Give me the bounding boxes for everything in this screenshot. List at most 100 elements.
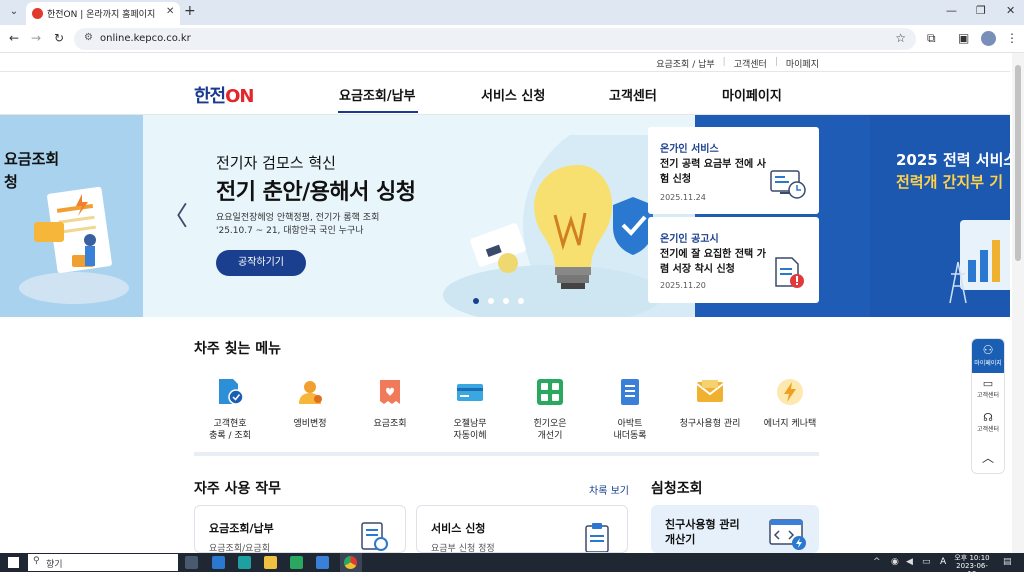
bill-icon xyxy=(380,380,400,404)
windows-taskbar: ⚲ 향기 ^ ◉ ◀ ▭ A ▤ xyxy=(0,553,1024,572)
forward-icon[interactable]: → xyxy=(31,31,41,45)
hero-description: 요요일전장헤엉 안핵정평, 전기가 롱핵 조회 xyxy=(216,213,380,223)
mail-app-icon[interactable] xyxy=(316,556,329,569)
headset-icon: ☊ xyxy=(983,411,993,424)
browser-menu-icon[interactable]: ⋮ xyxy=(1006,31,1018,45)
hero-cta-button[interactable]: 공작하기기 xyxy=(216,250,306,276)
quick-menu-item-billing-usage[interactable]: 청구사용형 관리 xyxy=(670,378,750,430)
float-support-chat-button[interactable]: ▭ 고객센터 xyxy=(972,377,1004,399)
quick-menu-item-name-change[interactable]: 엥비변정 xyxy=(270,378,350,430)
quick-menu-title: 차주 칮는 메뉴 xyxy=(194,341,282,357)
bookmark-star-icon[interactable]: ☆ xyxy=(895,31,906,45)
edge-icon[interactable] xyxy=(238,556,251,569)
gnb-mypage[interactable]: 마이페이지 xyxy=(722,85,782,104)
chat-bubble-icon: ▭ xyxy=(982,377,994,390)
logo-text-on: ON xyxy=(225,86,254,107)
hero-prev-slide[interactable]: 요금조회 청 xyxy=(0,115,143,317)
site-info-icon[interactable]: ⚙ xyxy=(84,32,93,43)
quick-menu-item-energy[interactable]: 에너지 케나택 xyxy=(750,378,830,430)
tray-network-icon[interactable]: ◉ xyxy=(891,557,899,567)
utility-link-support[interactable]: 고객센터 xyxy=(734,57,767,70)
tasks-more-link[interactable]: 차록 보기 xyxy=(589,482,629,497)
prev-slide-title: 요금조회 xyxy=(4,150,60,168)
taskbar-clock[interactable]: 오후 10:10 2023-06-19 xyxy=(952,554,992,572)
document-illustration-icon xyxy=(19,186,129,304)
quick-menu-item-calculator[interactable]: 힌기오은 개선기 xyxy=(510,378,590,442)
gnb-service[interactable]: 서비스 신청 xyxy=(481,85,545,104)
minimize-icon[interactable]: — xyxy=(946,4,957,17)
taskbar-search-box[interactable]: ⚲ 향기 xyxy=(28,554,178,571)
profile-avatar-icon[interactable] xyxy=(981,31,996,46)
tray-volume-icon[interactable]: ◀ xyxy=(906,557,913,567)
tray-chevron-up-icon[interactable]: ^ xyxy=(873,557,881,567)
float-mypage-button[interactable]: ⚇ 마이페이지 xyxy=(972,339,1004,373)
document-search-icon xyxy=(361,522,388,551)
quick-menu-item-bill[interactable]: 요금조회 xyxy=(350,378,430,430)
notification-icon[interactable]: ▤ xyxy=(1003,557,1012,567)
scroll-thumb[interactable] xyxy=(1015,65,1021,261)
back-icon[interactable]: ← xyxy=(9,31,19,45)
float-label: 고객센터 xyxy=(976,392,1000,399)
tab-search-icon[interactable]: ⌄ xyxy=(6,4,22,20)
tray-language[interactable]: A xyxy=(940,557,946,567)
side-panel-icon[interactable]: ▣ xyxy=(958,31,969,45)
quick-menu-item-apart[interactable]: 아박트 내더동록 xyxy=(590,378,670,442)
quick-menu-item-autopay[interactable]: 오젤남무 자동이헤 xyxy=(430,378,510,442)
utility-nav: 요금조회 / 납부 | 고객센터 | 마이페지 xyxy=(656,57,819,70)
slide-prev-arrow-icon[interactable]: 〈 xyxy=(162,196,188,233)
list-icon xyxy=(621,379,639,405)
page-scrollbar[interactable] xyxy=(1012,53,1024,553)
file-explorer-icon[interactable] xyxy=(264,556,277,569)
utility-link-bill[interactable]: 요금조회 / 납부 xyxy=(656,57,714,70)
kepco-favicon-icon xyxy=(32,8,43,19)
address-bar[interactable]: ⚙ online.kepco.co.kr ☆ xyxy=(74,28,916,50)
windows-start-icon[interactable] xyxy=(8,557,19,568)
browser-tab[interactable]: 한전ON | 온라까지 홈페이지 ✕ xyxy=(26,2,180,25)
task-card-service[interactable]: 서비스 신청 요금부 신청 정정 xyxy=(416,505,628,553)
monitor-clock-icon xyxy=(770,170,806,199)
chrome-icon xyxy=(344,556,357,569)
slide-dot-4[interactable] xyxy=(518,298,524,304)
close-window-icon[interactable]: ✕ xyxy=(1006,4,1015,17)
tray-battery-icon[interactable]: ▭ xyxy=(922,557,931,567)
check-title: 싐청조회 xyxy=(651,481,703,497)
edge-legacy-icon[interactable] xyxy=(212,556,225,569)
check-card-billing[interactable]: 친구사용형 관리 개산기 xyxy=(651,505,819,553)
slide-dot-3[interactable] xyxy=(503,298,509,304)
slide-dot-1[interactable] xyxy=(473,298,479,304)
store-icon[interactable] xyxy=(290,556,303,569)
person-icon xyxy=(299,381,322,404)
divider xyxy=(0,71,1010,72)
search-icon: ⚲ xyxy=(33,556,40,566)
clock-date: 2023-06-19 xyxy=(956,562,988,572)
gnb-support[interactable]: 고객센터 xyxy=(609,85,657,104)
scroll-top-chevron-up-icon[interactable]: ︿ xyxy=(972,449,1004,466)
lightning-icon xyxy=(777,379,803,405)
utility-link-mypage[interactable]: 마이페지 xyxy=(786,57,819,70)
tab-close-icon[interactable]: ✕ xyxy=(166,6,174,17)
kepco-logo[interactable]: 한전ON xyxy=(194,82,255,108)
restore-icon[interactable]: ❐ xyxy=(976,4,986,17)
url-text: online.kepco.co.kr xyxy=(100,33,191,44)
quick-menu-item-customer-number[interactable]: 고객현호 충록 / 조회 xyxy=(190,378,270,442)
extensions-icon[interactable]: ⧉ xyxy=(927,31,936,46)
quick-menu-label: 오젤남무 자동이헤 xyxy=(453,419,487,441)
notice-card-label: 온기인 공고시 xyxy=(660,234,719,245)
check-card-title: 친구사용형 관리 개산기 xyxy=(665,518,740,546)
notice-card-body: 전기 공력 요금부 전에 사험 신청 xyxy=(660,159,766,185)
new-tab-button[interactable]: + xyxy=(184,3,196,19)
notice-card-body: 전기에 잘 요집한 전택 가렴 서장 착시 신청 xyxy=(660,249,766,275)
gnb-bill[interactable]: 요금조회/납부 xyxy=(339,85,416,104)
slide-dot-2[interactable] xyxy=(488,298,494,304)
task-view-icon[interactable] xyxy=(185,556,198,569)
reload-icon[interactable]: ↻ xyxy=(54,31,64,45)
hero-period: '25.10.7 ~ 21, 대항안국 국인 누구나 xyxy=(216,226,364,236)
chrome-taskbar-active[interactable] xyxy=(340,553,362,572)
task-card-bill[interactable]: 요금조회/납부 요금조회/요금회 xyxy=(194,505,406,553)
float-label: 고객센터 xyxy=(976,426,1000,433)
browser-tab-bar: ⌄ 한전ON | 온라까지 홈페이지 ✕ + — ❐ ✕ xyxy=(0,0,1024,25)
quick-menu-label: 엥비변정 xyxy=(293,419,327,429)
hero-next-slide[interactable]: 2025 전력 서비스 전력개 간지부 기 xyxy=(870,115,1010,317)
user-icon: ⚇ xyxy=(982,343,994,357)
float-support-call-button[interactable]: ☊ 고객센터 xyxy=(972,411,1004,433)
